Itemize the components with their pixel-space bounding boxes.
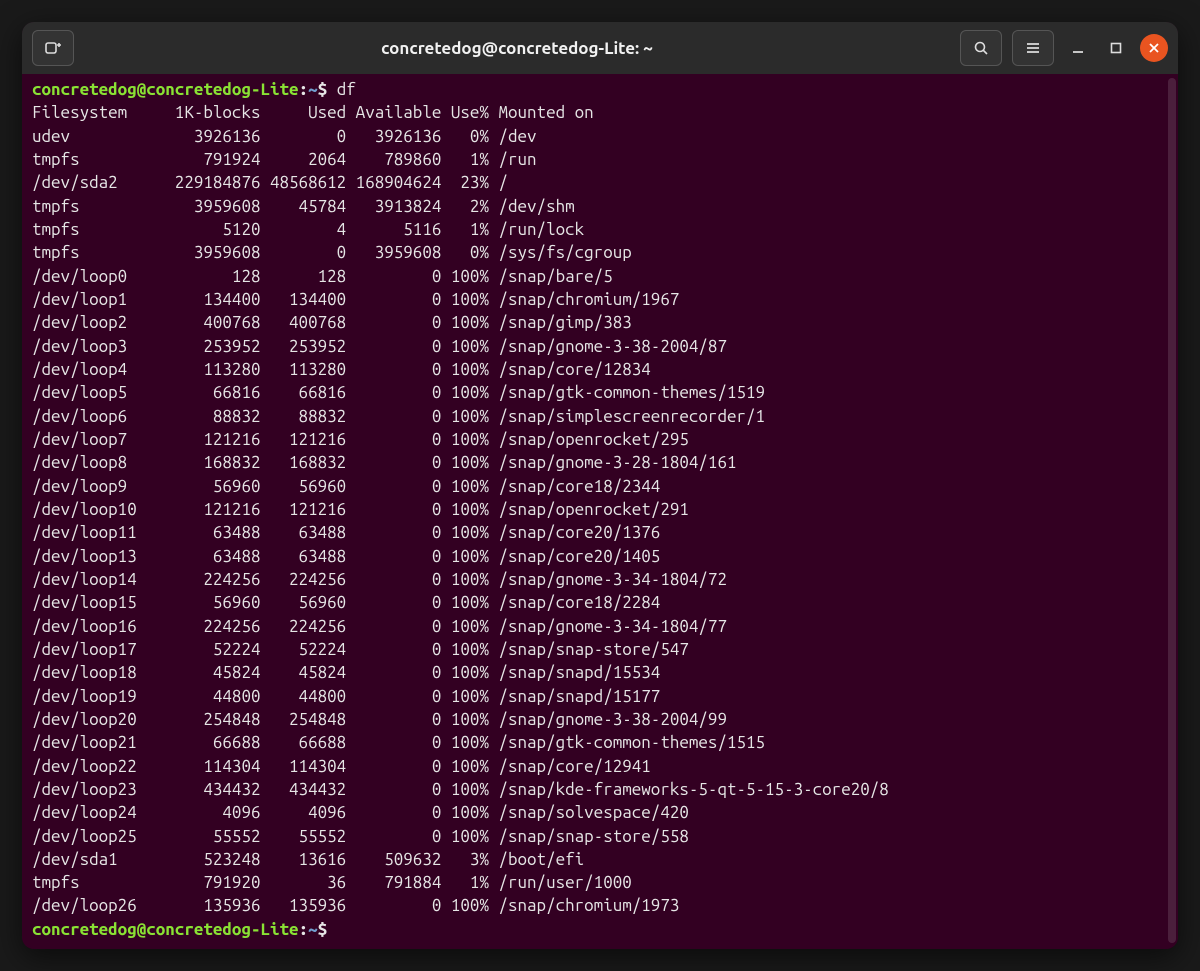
search-button[interactable] xyxy=(960,30,1002,66)
df-row: /dev/loop9 56960 56960 0 100% /snap/core… xyxy=(32,477,660,496)
df-row: /dev/loop5 66816 66816 0 100% /snap/gtk-… xyxy=(32,383,765,402)
df-row: /dev/sda2 229184876 48568612 168904624 2… xyxy=(32,173,508,192)
maximize-button[interactable] xyxy=(1102,34,1130,62)
df-row: /dev/loop7 121216 121216 0 100% /snap/op… xyxy=(32,430,689,449)
df-row: /dev/loop4 113280 113280 0 100% /snap/co… xyxy=(32,360,651,379)
df-row: /dev/loop24 4096 4096 0 100% /snap/solve… xyxy=(32,803,689,822)
terminal-window: concretedog@concretedog-Lite: ~ xyxy=(22,22,1178,949)
df-row: /dev/loop26 135936 135936 0 100% /snap/c… xyxy=(32,896,679,915)
df-row: tmpfs 3959608 0 3959608 0% /sys/fs/cgrou… xyxy=(32,243,632,262)
menu-button[interactable] xyxy=(1012,30,1054,66)
df-row: /dev/loop13 63488 63488 0 100% /snap/cor… xyxy=(32,547,660,566)
df-row: /dev/loop6 88832 88832 0 100% /snap/simp… xyxy=(32,407,765,426)
terminal-content[interactable]: concretedog@concretedog-Lite:~$ df Files… xyxy=(22,74,1178,949)
maximize-icon xyxy=(1109,41,1123,55)
df-header: Filesystem 1K-blocks Used Available Use%… xyxy=(32,103,594,122)
df-row: /dev/loop17 52224 52224 0 100% /snap/sna… xyxy=(32,640,689,659)
df-row: /dev/loop8 168832 168832 0 100% /snap/gn… xyxy=(32,453,736,472)
df-row: tmpfs 791924 2064 789860 1% /run xyxy=(32,150,537,169)
search-icon xyxy=(973,40,989,56)
new-tab-button[interactable] xyxy=(32,30,74,66)
minimize-button[interactable] xyxy=(1064,34,1092,62)
df-row: /dev/loop23 434432 434432 0 100% /snap/k… xyxy=(32,780,889,799)
prompt-sep: : xyxy=(299,920,309,939)
df-row: /dev/loop14 224256 224256 0 100% /snap/g… xyxy=(32,570,727,589)
df-row: tmpfs 3959608 45784 3913824 2% /dev/shm xyxy=(32,197,575,216)
df-row: /dev/loop25 55552 55552 0 100% /snap/sna… xyxy=(32,827,689,846)
prompt-path: ~ xyxy=(308,920,318,939)
prompt-user: concretedog@concretedog-Lite xyxy=(32,80,299,99)
hamburger-icon xyxy=(1025,40,1041,56)
scrollbar[interactable] xyxy=(1168,78,1176,943)
df-row: /dev/loop22 114304 114304 0 100% /snap/c… xyxy=(32,757,651,776)
prompt-dollar: $ xyxy=(318,920,328,939)
df-row: /dev/loop1 134400 134400 0 100% /snap/ch… xyxy=(32,290,679,309)
prompt-dollar: $ xyxy=(318,80,328,99)
df-row: /dev/loop16 224256 224256 0 100% /snap/g… xyxy=(32,617,727,636)
close-icon xyxy=(1148,42,1160,54)
df-row: /dev/sda1 523248 13616 509632 3% /boot/e… xyxy=(32,850,584,869)
df-row: udev 3926136 0 3926136 0% /dev xyxy=(32,127,537,146)
prompt-sep: : xyxy=(299,80,309,99)
df-row: /dev/loop11 63488 63488 0 100% /snap/cor… xyxy=(32,523,660,542)
prompt-user: concretedog@concretedog-Lite xyxy=(32,920,299,939)
df-row: /dev/loop3 253952 253952 0 100% /snap/gn… xyxy=(32,337,727,356)
df-row: /dev/loop0 128 128 0 100% /snap/bare/5 xyxy=(32,267,613,286)
df-row: /dev/loop19 44800 44800 0 100% /snap/sna… xyxy=(32,687,660,706)
df-row: tmpfs 5120 4 5116 1% /run/lock xyxy=(32,220,584,239)
prompt-path: ~ xyxy=(308,80,318,99)
df-row: /dev/loop15 56960 56960 0 100% /snap/cor… xyxy=(32,593,660,612)
df-row: /dev/loop20 254848 254848 0 100% /snap/g… xyxy=(32,710,727,729)
df-row: /dev/loop2 400768 400768 0 100% /snap/gi… xyxy=(32,313,632,332)
new-tab-icon xyxy=(44,39,62,57)
minimize-icon xyxy=(1071,41,1085,55)
df-row: /dev/loop21 66688 66688 0 100% /snap/gtk… xyxy=(32,733,765,752)
titlebar: concretedog@concretedog-Lite: ~ xyxy=(22,22,1178,74)
close-button[interactable] xyxy=(1140,34,1168,62)
df-row: /dev/loop10 121216 121216 0 100% /snap/o… xyxy=(32,500,689,519)
command-text: df xyxy=(337,80,356,99)
df-row: tmpfs 791920 36 791884 1% /run/user/1000 xyxy=(32,873,632,892)
df-row: /dev/loop18 45824 45824 0 100% /snap/sna… xyxy=(32,663,660,682)
window-title: concretedog@concretedog-Lite: ~ xyxy=(74,39,960,58)
